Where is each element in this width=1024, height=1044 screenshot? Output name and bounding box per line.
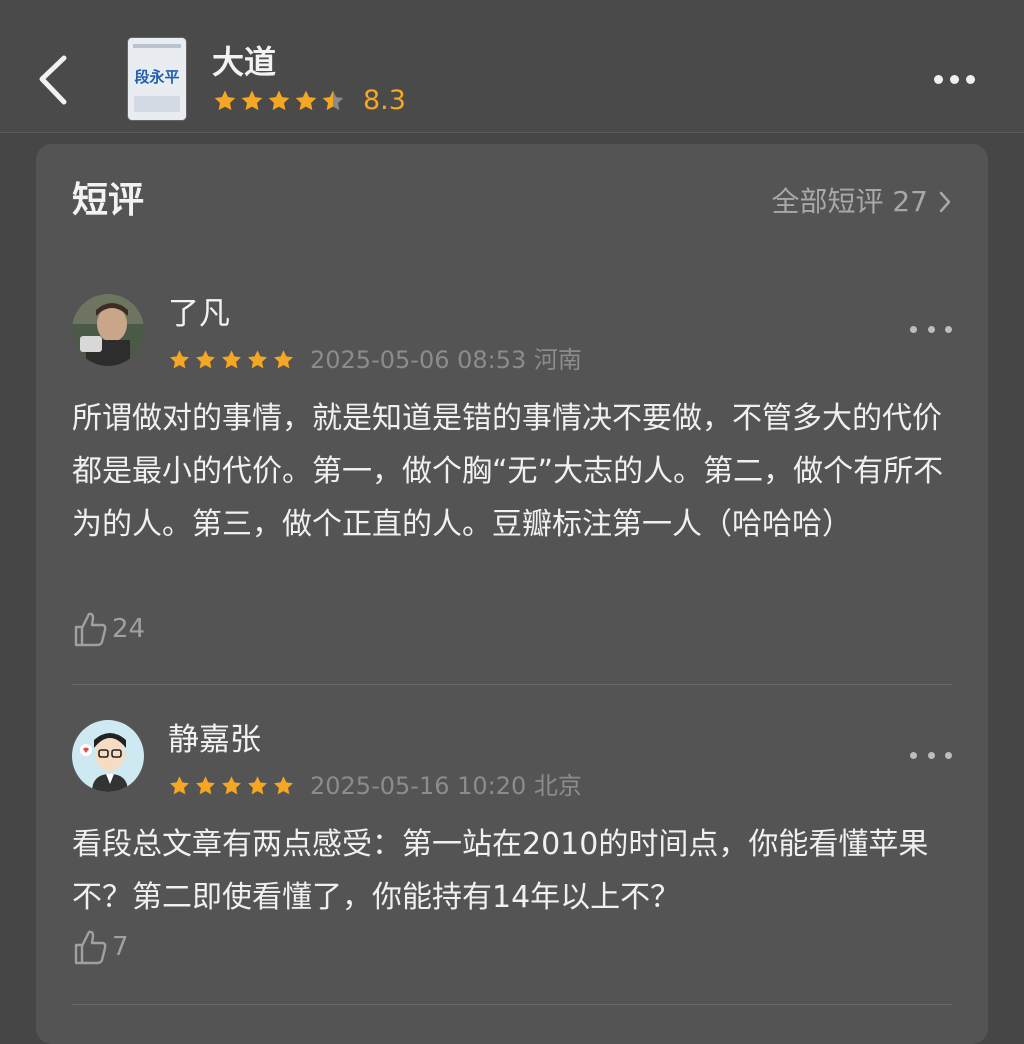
review-divider: [72, 684, 952, 685]
star-full-icon: [222, 350, 241, 369]
review-time: 2025-05-06 08:53 河南: [310, 346, 582, 374]
star-full-icon: [295, 90, 317, 111]
rating-score: 8.3: [363, 85, 406, 116]
chevron-left-icon: [39, 55, 67, 105]
username[interactable]: 了凡: [168, 296, 230, 332]
star-full-icon: [274, 776, 293, 795]
more-options-button[interactable]: [924, 64, 984, 94]
star-full-icon: [170, 776, 189, 795]
review-divider: [72, 1004, 952, 1005]
review-more-button[interactable]: [910, 318, 952, 340]
star-half-icon: [322, 90, 344, 111]
star-full-icon: [214, 90, 236, 111]
thumbs-up-icon: [74, 612, 107, 647]
username[interactable]: 静嘉张: [168, 722, 261, 758]
more-dot: [910, 325, 917, 333]
more-dot: [927, 325, 935, 333]
back-button[interactable]: [28, 46, 76, 112]
more-dot: [945, 325, 952, 333]
review-time: 2025-05-16 10:20 北京: [310, 772, 582, 800]
short-reviews-card: 短评 全部短评 27 了凡 2025-05-06 08:53 河南 所谓做对的事…: [36, 144, 988, 1044]
like-button[interactable]: 24: [72, 610, 145, 648]
star-full-icon: [241, 90, 263, 111]
more-dot: [965, 74, 975, 84]
review-meta: 2025-05-16 10:20 北京: [168, 772, 582, 800]
review-meta: 2025-05-06 08:53 河南: [168, 346, 582, 374]
star-full-icon: [196, 350, 215, 369]
more-dot: [910, 751, 917, 759]
book-title: 大道: [212, 43, 277, 81]
star-full-icon: [268, 90, 290, 111]
review-item: 了凡 2025-05-06 08:53 河南 所谓做对的事情，就是知道是错的事情…: [72, 294, 952, 664]
star-full-icon: [222, 776, 241, 795]
star-full-icon: [248, 350, 267, 369]
avatar[interactable]: [72, 294, 144, 366]
star-full-icon: [248, 776, 267, 795]
like-count: 24: [112, 614, 146, 644]
like-button[interactable]: 7: [72, 928, 129, 966]
more-dot: [933, 74, 943, 84]
book-rating: 8.3: [212, 86, 406, 116]
star-full-icon: [170, 350, 189, 369]
chevron-right-icon: [939, 191, 951, 213]
review-more-button[interactable]: [910, 744, 952, 766]
review-item: 静嘉张 2025-05-16 10:20 北京 看段总文章有两点感受：第一站在2…: [72, 720, 952, 980]
star-full-icon: [274, 350, 293, 369]
all-reviews-link[interactable]: 全部短评 27: [771, 184, 952, 220]
cover-decoration: [133, 44, 181, 48]
thumbs-up-icon: [74, 930, 107, 965]
all-reviews-label: 全部短评 27: [771, 185, 928, 218]
like-count: 7: [112, 932, 129, 962]
avatar[interactable]: [72, 720, 144, 792]
more-dot: [927, 751, 935, 759]
more-dot: [949, 74, 959, 84]
star-full-icon: [196, 776, 215, 795]
top-bar: 段永平 大道 8.3: [0, 0, 1024, 133]
more-dot: [945, 751, 952, 759]
book-cover[interactable]: 段永平: [128, 38, 186, 120]
review-content: 所谓做对的事情，就是知道是错的事情决不要做，不管多大的代价都是最小的代价。第一，…: [72, 401, 944, 542]
book-rating-stars: [212, 89, 347, 113]
section-title: 短评: [72, 180, 145, 221]
review-content: 看段总文章有两点感受：第一站在2010的时间点，你能看懂苹果不？第二即使看懂了，…: [72, 827, 929, 915]
cover-decoration: [134, 96, 180, 112]
cover-title: 段永平: [134, 68, 180, 86]
